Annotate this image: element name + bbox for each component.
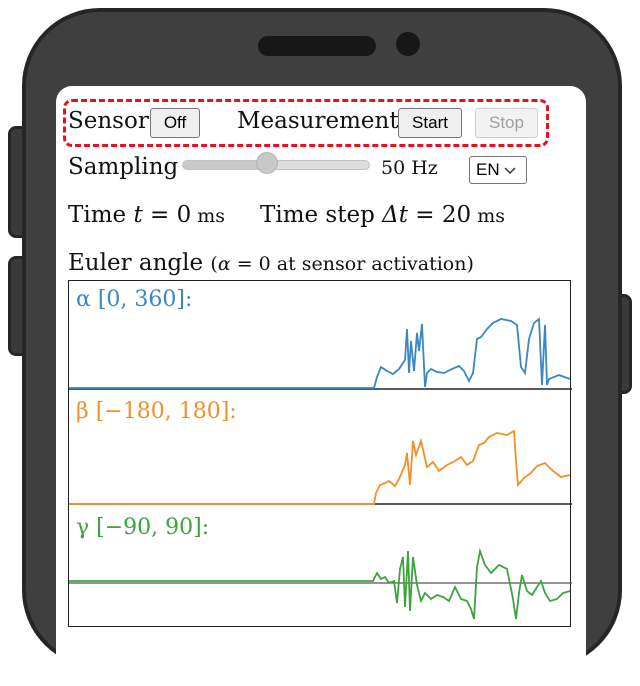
- euler-note: (α = 0 at sensor activation): [210, 253, 473, 275]
- euler-note-var: α: [217, 253, 231, 275]
- beta-series-line: [69, 429, 571, 505]
- euler-angle-title: Euler angle (α = 0 at sensor activation): [68, 250, 474, 276]
- sensor-toggle-button[interactable]: Off: [150, 108, 200, 138]
- time-step-unit: ms: [471, 205, 505, 227]
- beta-label: β [−180, 180]:: [76, 399, 237, 424]
- phone-camera-icon: [396, 32, 420, 56]
- stop-button[interactable]: Stop: [475, 108, 538, 138]
- time-readout: Time t = 0 ms: [68, 202, 225, 228]
- time-step-readout: Time step Δt = 20 ms: [260, 202, 505, 228]
- sampling-value: 50 Hz: [381, 157, 438, 179]
- euler-note-open: (: [210, 253, 218, 275]
- time-unit: ms: [191, 205, 226, 227]
- sampling-slider-thumb[interactable]: [255, 152, 278, 174]
- time-step-variable: Δt: [382, 202, 408, 228]
- euler-title-text: Euler angle: [68, 250, 204, 276]
- euler-note-rest: = 0 at sensor activation): [230, 253, 474, 275]
- time-prefix: Time: [68, 202, 134, 228]
- sensor-label: Sensor: [68, 108, 149, 134]
- alpha-label: α [0, 360]:: [76, 287, 193, 312]
- start-button[interactable]: Start: [398, 108, 462, 138]
- euler-angle-svg: [69, 317, 572, 620]
- time-value: = 0: [142, 202, 192, 228]
- euler-angle-plot: α [0, 360]: β [−180, 180]: γ [−90, 90]:: [68, 280, 572, 627]
- phone-speaker: [258, 36, 376, 56]
- time-variable: t: [133, 202, 143, 228]
- alpha-series-line: [69, 317, 571, 389]
- measurement-label: Measurement: [237, 108, 399, 134]
- language-select[interactable]: EN: [469, 156, 527, 184]
- gamma-label: γ [−90, 90]:: [76, 515, 210, 540]
- time-step-prefix: Time step: [260, 202, 383, 228]
- language-value: EN: [476, 160, 500, 179]
- sampling-slider-fill: [183, 161, 267, 169]
- gamma-series-line: [69, 547, 571, 620]
- chevron-down-icon: [504, 167, 516, 175]
- time-step-value: = 20: [407, 202, 472, 228]
- sampling-label: Sampling: [68, 154, 179, 180]
